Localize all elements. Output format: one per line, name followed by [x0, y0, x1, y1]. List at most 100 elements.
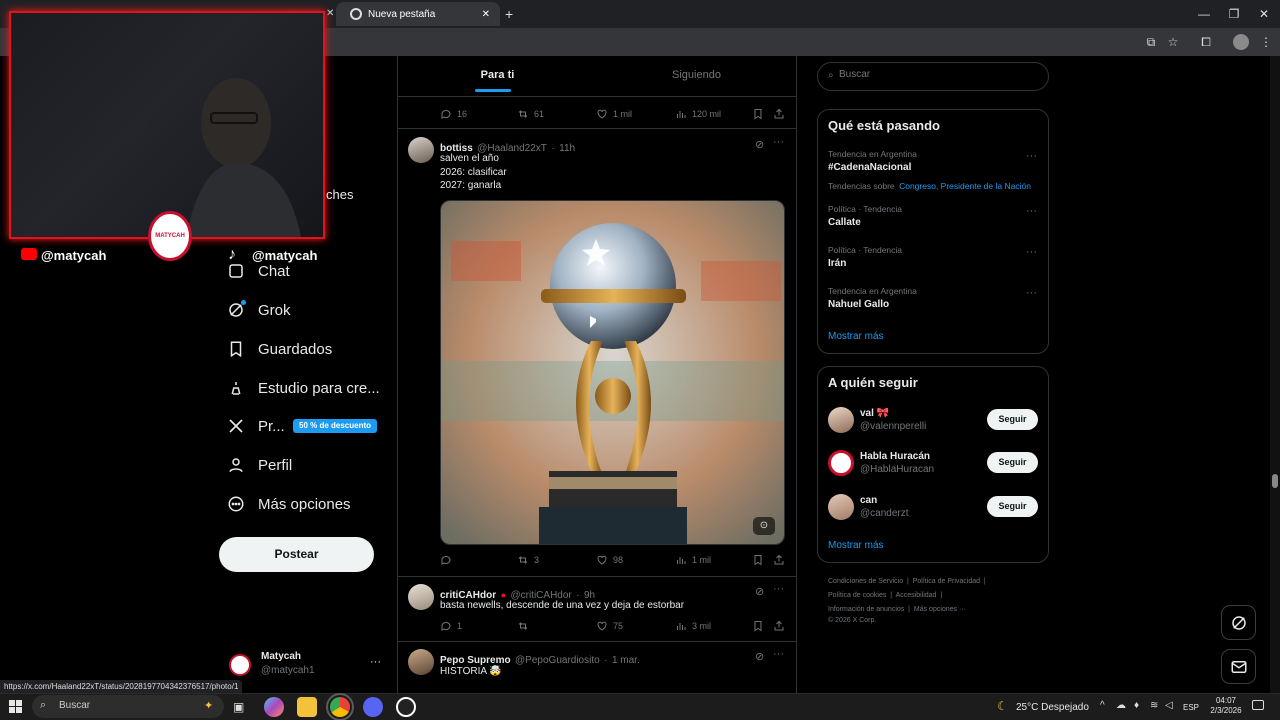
nav-mas-opciones[interactable]: Más opciones — [226, 489, 351, 519]
trend-item[interactable]: Tendencia en Argentina #CadenaNacional T… — [828, 149, 1031, 194]
microphone-icon[interactable]: ♦ — [1134, 700, 1139, 711]
post-author-handle[interactable]: @PepoGuardiosito — [515, 655, 600, 666]
footer-link[interactable]: Accesibilidad — [896, 592, 937, 599]
follow-avatar[interactable] — [828, 450, 854, 476]
follow-item[interactable]: Habla Huracán @HablaHuracan — [860, 451, 934, 475]
tray-chevron-icon[interactable]: ^ — [1100, 700, 1105, 711]
volume-icon[interactable]: ◁ — [1165, 700, 1173, 711]
post-time[interactable]: 11h — [559, 143, 575, 154]
follow-show-more[interactable]: Mostrar más — [828, 540, 884, 551]
tab-siguiendo[interactable]: Siguiendo — [597, 60, 796, 96]
grok-float-button[interactable] — [1221, 605, 1256, 640]
footer-link[interactable]: Más opciones ··· — [914, 606, 966, 613]
obs-icon[interactable] — [396, 697, 416, 717]
windows-start-icon[interactable] — [9, 700, 22, 713]
trend-more-button[interactable]: ··· — [1026, 150, 1037, 162]
new-tab-button[interactable]: + — [505, 6, 513, 22]
footer-link[interactable]: Condiciones de Servicio — [828, 578, 903, 585]
taskbar-search-box[interactable]: ⌕ Buscar ✦ — [32, 695, 224, 718]
grok-post-icon[interactable]: ⊘ — [755, 585, 764, 598]
follow-button[interactable]: Seguir — [987, 496, 1038, 517]
extensions-icon[interactable]: ⧠ — [1197, 33, 1215, 51]
trend-item[interactable]: Tendencia en Argentina Nahuel Gallo — [828, 286, 917, 310]
footer-link[interactable]: Política de cookies — [828, 592, 886, 599]
views-action[interactable]: 1 mil — [675, 554, 711, 566]
messages-float-button[interactable] — [1221, 649, 1256, 684]
footer-link[interactable]: Información de anuncios — [828, 606, 904, 613]
like-action[interactable]: 1 mil — [596, 108, 632, 120]
repost-action[interactable] — [517, 620, 534, 632]
prev-tab-close-icon[interactable]: ✕ — [326, 8, 334, 19]
views-action[interactable]: 120 mil — [675, 108, 721, 120]
grok-post-icon[interactable]: ⊘ — [755, 650, 764, 663]
profile-avatar[interactable] — [1233, 34, 1249, 50]
search-box[interactable]: ⌕ — [817, 62, 1049, 91]
follow-button[interactable]: Seguir — [987, 452, 1038, 473]
file-explorer-icon[interactable] — [297, 697, 317, 717]
trend-about-links[interactable]: Congreso, Presidente de la Nación — [899, 181, 1031, 191]
follow-avatar[interactable] — [828, 407, 854, 433]
nav-grok[interactable]: Grok — [226, 295, 291, 325]
views-action[interactable]: 3 mil — [675, 620, 711, 632]
copilot-icon[interactable] — [264, 697, 284, 717]
bookmark-action[interactable] — [752, 554, 764, 566]
maximize-button[interactable]: ❐ — [1223, 4, 1245, 24]
reply-action[interactable]: 16 — [440, 108, 467, 120]
post-author-avatar[interactable] — [408, 584, 434, 610]
weather-text[interactable]: 25°C Despejado — [1016, 702, 1089, 713]
share-action[interactable] — [773, 108, 785, 120]
trend-more-button[interactable]: ··· — [1026, 287, 1037, 299]
search-input[interactable] — [839, 69, 1029, 80]
close-window-button[interactable]: ✕ — [1253, 4, 1275, 24]
like-action[interactable]: 75 — [596, 620, 623, 632]
like-action[interactable]: 98 — [596, 554, 623, 566]
install-app-icon[interactable]: ⧉ — [1142, 33, 1160, 51]
trend-more-button[interactable]: ··· — [1026, 246, 1037, 258]
discord-icon[interactable] — [363, 697, 383, 717]
repost-action[interactable]: 3 — [517, 554, 539, 566]
share-action[interactable] — [773, 554, 785, 566]
follow-item[interactable]: val 🎀 @valennperelli — [860, 408, 926, 432]
footer-link[interactable]: Política de Privacidad — [913, 578, 980, 585]
grok-post-icon[interactable]: ⊘ — [755, 138, 764, 151]
reply-action[interactable] — [440, 554, 457, 566]
repost-action[interactable]: 61 — [517, 108, 544, 120]
browser-menu-icon[interactable]: ⋮ — [1257, 33, 1275, 51]
chrome-icon[interactable] — [326, 693, 354, 720]
trend-item[interactable]: Política · Tendencia Callate — [828, 204, 902, 228]
trend-more-button[interactable]: ··· — [1026, 205, 1037, 217]
reply-action[interactable]: 1 — [440, 620, 462, 632]
tab-close-icon[interactable]: ✕ — [482, 9, 490, 20]
post-author-avatar[interactable] — [408, 137, 434, 163]
post-more-button[interactable]: ··· — [773, 648, 784, 660]
notifications-icon[interactable] — [1252, 700, 1264, 710]
account-more-button[interactable]: ··· — [370, 656, 381, 668]
wifi-icon[interactable]: ≋ — [1150, 700, 1158, 711]
post-image[interactable] — [440, 200, 785, 545]
scrollbar-track[interactable] — [1270, 56, 1280, 693]
bookmark-star-icon[interactable]: ☆ — [1164, 33, 1182, 51]
post-more-button[interactable]: ··· — [773, 583, 784, 595]
minimize-button[interactable]: — — [1193, 4, 1215, 24]
follow-button[interactable]: Seguir — [987, 409, 1038, 430]
clock[interactable]: 04:07 2/3/2026 — [1208, 696, 1244, 716]
browser-tab[interactable]: Nueva pestaña ✕ — [336, 2, 500, 26]
post-time[interactable]: 1 mar. — [612, 655, 640, 666]
post-author-avatar[interactable] — [408, 649, 434, 675]
trend-item[interactable]: Política · Tendencia Irán — [828, 245, 902, 269]
post-more-button[interactable]: ··· — [773, 136, 784, 148]
follow-avatar[interactable] — [828, 494, 854, 520]
nav-premium[interactable]: Pr... — [226, 411, 285, 441]
bookmark-action[interactable] — [752, 108, 764, 120]
grok-image-icon[interactable]: ⊙ — [753, 517, 775, 535]
follow-item[interactable]: can @canderzt — [860, 495, 909, 519]
nav-estudio[interactable]: Estudio para cre... — [226, 373, 380, 403]
trends-show-more[interactable]: Mostrar más — [828, 331, 884, 342]
account-avatar[interactable] — [229, 654, 251, 676]
scrollbar-thumb[interactable] — [1272, 474, 1278, 488]
bookmark-action[interactable] — [752, 620, 764, 632]
language-indicator[interactable]: ESP — [1183, 703, 1199, 712]
post-button[interactable]: Postear — [219, 537, 374, 572]
nav-chat[interactable]: Chat — [226, 256, 290, 286]
nav-perfil[interactable]: Perfil — [226, 450, 292, 480]
